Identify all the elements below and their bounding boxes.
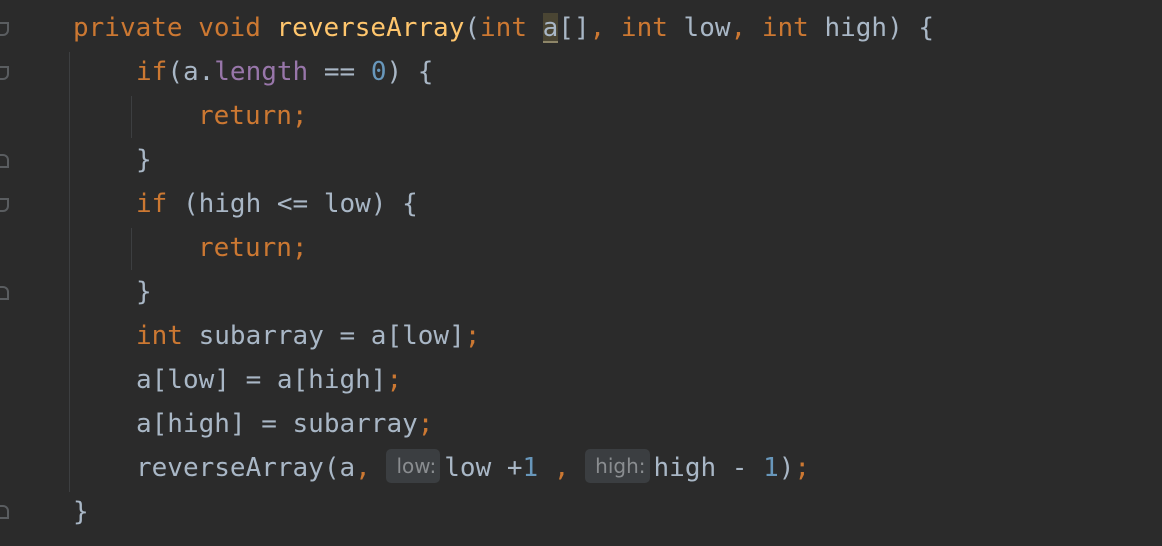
- fold-icon[interactable]: [0, 286, 9, 300]
- param-a-highlight: a: [542, 13, 559, 43]
- code-line-11[interactable]: reverseArray(a, low: low +1 , high: high -…: [136, 446, 810, 490]
- open-paren: (: [464, 13, 481, 43]
- code-line-8[interactable]: int subarray = a[low];: [136, 314, 480, 358]
- keyword-return: return;: [198, 101, 308, 131]
- parameter-hint-high: high:: [585, 449, 650, 483]
- brace-close: }: [136, 145, 152, 175]
- code-line-6[interactable]: return;: [198, 226, 308, 270]
- code-line-9[interactable]: a[low] = a[high];: [136, 358, 402, 402]
- code-line-12[interactable]: }: [73, 490, 89, 534]
- semicolon: ;: [386, 365, 403, 395]
- semicolon: ;: [794, 453, 811, 483]
- indent-guide: [131, 228, 132, 270]
- code-editor[interactable]: private void reverseArray(int a[], int l…: [0, 0, 1162, 546]
- fold-icon[interactable]: [0, 66, 9, 80]
- field-length: length: [214, 57, 309, 87]
- comma: ,: [730, 13, 747, 43]
- parameter-hint-low: low:: [386, 449, 441, 483]
- comma: ,: [553, 453, 570, 483]
- keyword-int: int: [761, 13, 809, 43]
- param-high-brace: high) {: [824, 13, 935, 43]
- keyword-int: int: [480, 13, 527, 43]
- expression: (a.: [167, 57, 215, 87]
- condition: (high <= low) {: [182, 189, 418, 219]
- method-call: reverseArray(a: [136, 453, 356, 483]
- fold-icon[interactable]: [0, 154, 9, 168]
- code-line-4[interactable]: }: [136, 138, 152, 182]
- code-line-5[interactable]: if (high <= low) {: [136, 182, 418, 226]
- fold-icon[interactable]: [0, 22, 9, 36]
- keyword-void: void: [198, 13, 261, 43]
- keyword-private: private: [73, 13, 183, 43]
- statement: subarray = a[low]: [198, 321, 465, 351]
- statement: a[high] = subarray: [136, 409, 418, 439]
- brace-open: ) {: [386, 57, 434, 87]
- number-literal: 0: [370, 57, 387, 87]
- keyword-return: return;: [198, 233, 308, 263]
- brace-close: }: [136, 277, 152, 307]
- keyword-int: int: [620, 13, 668, 43]
- param-low: low: [683, 13, 731, 43]
- fold-icon[interactable]: [0, 505, 9, 519]
- close-paren: ): [778, 453, 795, 483]
- fold-icon[interactable]: [0, 198, 9, 212]
- comma: ,: [355, 453, 371, 483]
- indent-guide: [69, 52, 70, 492]
- method-name: reverseArray: [276, 13, 465, 43]
- brace-close: }: [73, 497, 89, 527]
- keyword-if: if: [136, 57, 168, 87]
- number-literal: 1: [763, 453, 779, 483]
- argument-expression: low +: [444, 453, 523, 483]
- keyword-if: if: [136, 189, 168, 219]
- number-literal: 1: [522, 453, 539, 483]
- operator: ==: [308, 57, 371, 87]
- statement: a[low] = a[high]: [136, 365, 387, 395]
- code-line-2[interactable]: if(a.length == 0) {: [136, 50, 433, 94]
- keyword-int: int: [136, 321, 183, 351]
- code-line-10[interactable]: a[high] = subarray;: [136, 402, 433, 446]
- semicolon: ;: [417, 409, 434, 439]
- code-line-7[interactable]: }: [136, 270, 152, 314]
- semicolon: ;: [464, 321, 481, 351]
- array-brackets: []: [558, 13, 590, 43]
- code-line-1[interactable]: private void reverseArray(int a[], int l…: [73, 6, 934, 50]
- comma: ,: [589, 13, 606, 43]
- indent-guide: [131, 96, 132, 138]
- editor-gutter: [0, 0, 14, 546]
- code-line-3[interactable]: return;: [198, 94, 308, 138]
- argument-expression: high -: [653, 453, 764, 483]
